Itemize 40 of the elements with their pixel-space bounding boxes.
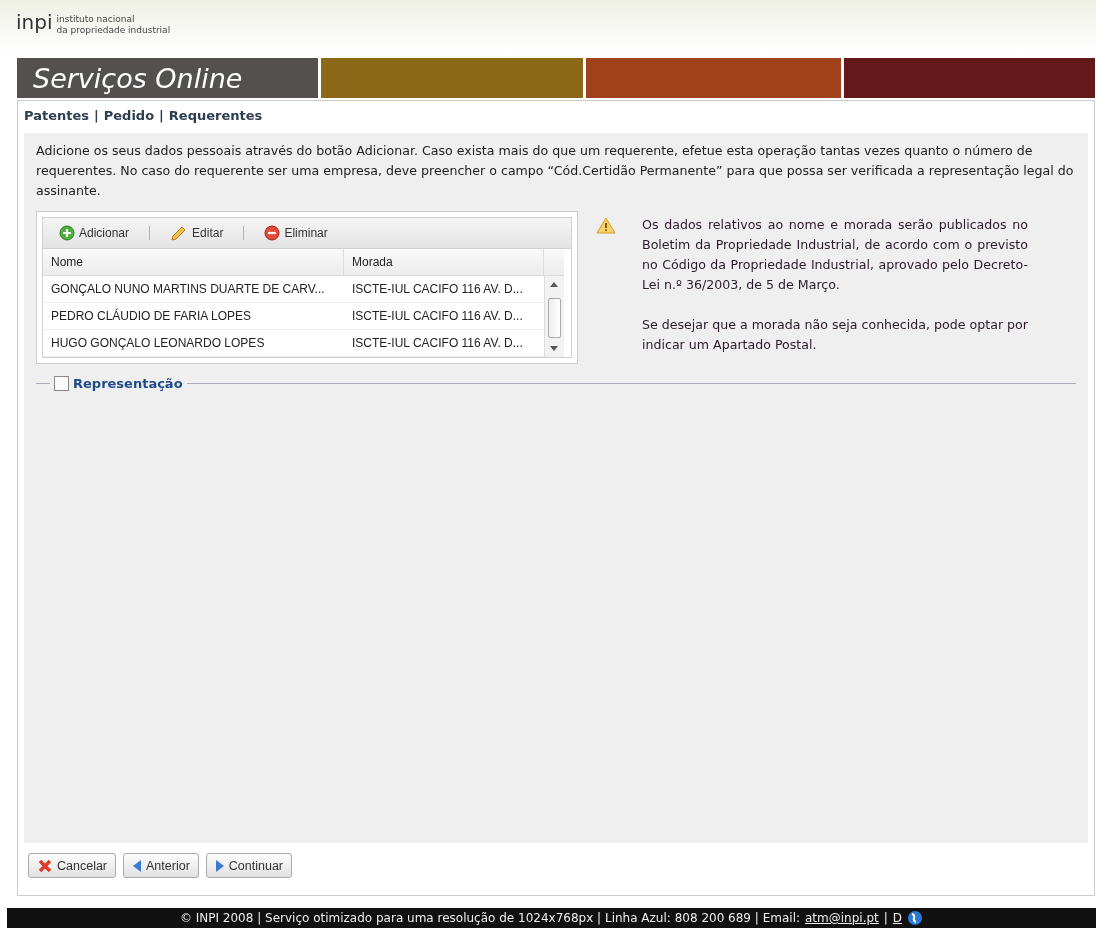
header-filler [544,249,564,276]
breadcrumb-item: Patentes [24,107,89,123]
warning-icon [596,217,616,234]
cancel-button[interactable]: Cancelar [28,853,117,878]
table-cell: HUGO GONÇALO LEONARDO LOPES [43,330,344,357]
scrollbar[interactable] [544,276,564,357]
table-cell: PEDRO CLÁUDIO DE FARIA LOPES [43,303,344,330]
breadcrumb-item: Requerentes [168,107,263,123]
footer-link[interactable]: D [892,911,903,925]
banner-title: Serviços Online [33,62,243,94]
minus-icon [264,225,281,241]
scroll-down-icon[interactable] [550,346,558,351]
back-button[interactable]: Anterior [123,853,199,878]
add-button[interactable]: Adicionar [55,223,134,243]
notice-text: Se desejar que a morada não seja conhecida, pode optar por indicar um Apartado Postal. [642,316,1028,354]
logo-mark: inpi [16,10,53,36]
breadcrumb-separator: | [159,107,164,123]
right-triangle-icon [214,858,225,873]
breadcrumb-item: Pedido [103,107,155,123]
next-button[interactable]: Continuar [205,853,292,878]
notice-text: Os dados relativos ao nome e morada serão publicados no Boletim da Propriedade Industrial, de acordo com o previsto no Código da Propriedade Industrial, aprovado pelo Decreto-Lei n.º 36/2003, de 5 de Março. [642,216,1028,294]
email-link[interactable]: atm@inpi.pt [805,911,879,925]
cross-icon [37,857,53,874]
column-header[interactable]: Morada [344,249,544,276]
representation-checkbox[interactable] [54,376,69,391]
representation-label: Representação [73,376,183,391]
intro-text: Adicione os seus dados pessoais através do botão Adicionar. Caso exista mais do que um requerente, efetue esta operação tantas vezes quanto o número de requerentes. No caso do requerente ser uma empresa, deve preencher o campo “Cód.Certidão Permanente” para que possa ser verificada a representação legal do assinante. [36,142,1075,200]
logo-text: da propriedade industrial [56,25,171,36]
edit-button[interactable]: Editar [166,223,228,243]
logo-text: instituto nacional [56,14,136,25]
delete-button[interactable]: Eliminar [260,223,332,243]
breadcrumb-separator: | [94,107,99,123]
table-cell: GONÇALO NUNO MARTINS DUARTE DE CARV... [43,276,344,303]
scroll-up-icon[interactable] [550,282,558,287]
plus-icon [59,225,75,241]
footer-separator: | [883,911,888,925]
left-triangle-icon [132,858,143,873]
globe-icon [907,910,924,926]
column-header[interactable]: Nome [43,249,344,276]
footer-text: © INPI 2008 | Serviço otimizado para uma resolução de 1024x768px | Linha Azul: 808 200 689 | Email: [179,911,800,925]
